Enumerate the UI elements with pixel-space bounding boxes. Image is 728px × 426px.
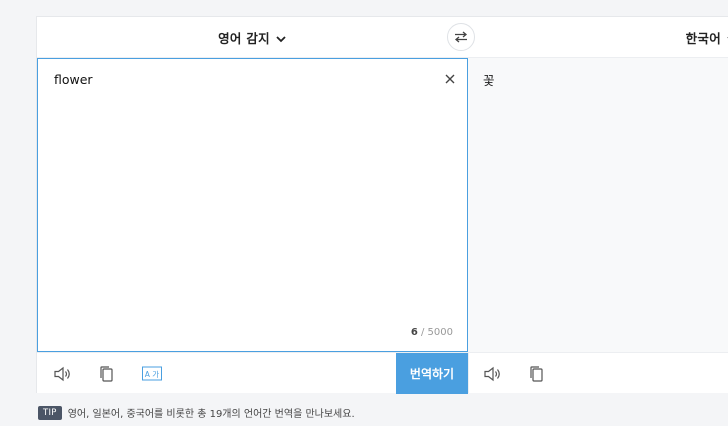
source-text[interactable]: flower [54, 72, 93, 87]
source-language-label: 영어 감지 [218, 31, 270, 46]
speaker-icon [53, 366, 73, 388]
tip-bar: TIP 영어, 일본어, 중국어를 비롯한 총 19개의 언어간 번역을 만나보… [38, 405, 355, 420]
copy-translation-button[interactable] [527, 364, 547, 384]
copy-icon [97, 366, 117, 388]
swap-arrows-icon [454, 28, 468, 47]
listen-source-button[interactable] [53, 364, 73, 384]
speaker-icon [483, 366, 503, 388]
translation-text: 꽃 [483, 73, 495, 88]
close-icon [443, 71, 457, 90]
copy-icon [527, 366, 547, 388]
copy-source-button[interactable] [97, 364, 117, 384]
counter-max: / 5000 [417, 327, 453, 338]
clear-text-button[interactable] [443, 71, 457, 85]
target-language-selector[interactable]: 한국어 [497, 17, 728, 58]
source-toolbar: A 가 번역하기 [37, 352, 468, 394]
source-language-selector[interactable]: 영어 감지 [37, 17, 467, 58]
target-language-label: 한국어 [685, 31, 721, 46]
listen-translation-button[interactable] [483, 364, 503, 384]
target-toolbar [468, 352, 728, 393]
chevron-down-icon [276, 28, 286, 47]
translator-panel: 영어 감지 한국어 flower 6 / 5000 꽃 A 가 번역하기 [36, 16, 728, 394]
font-size-icon-label: A 가 [145, 370, 160, 379]
font-size-button[interactable]: A 가 [141, 364, 163, 384]
translate-button[interactable]: 번역하기 [396, 353, 468, 394]
source-text-area[interactable]: flower 6 / 5000 [37, 58, 468, 352]
swap-languages-button[interactable] [447, 23, 475, 51]
font-size-icon: A 가 [141, 366, 163, 388]
character-counter: 6 / 5000 [411, 327, 453, 338]
tip-text: 영어, 일본어, 중국어를 비롯한 총 19개의 언어간 번역을 만나보세요. [67, 409, 355, 420]
counter-current: 6 [410, 327, 418, 338]
language-bar: 영어 감지 한국어 [37, 17, 728, 58]
translation-result-area: 꽃 [468, 58, 728, 352]
tip-badge: TIP [38, 405, 62, 420]
